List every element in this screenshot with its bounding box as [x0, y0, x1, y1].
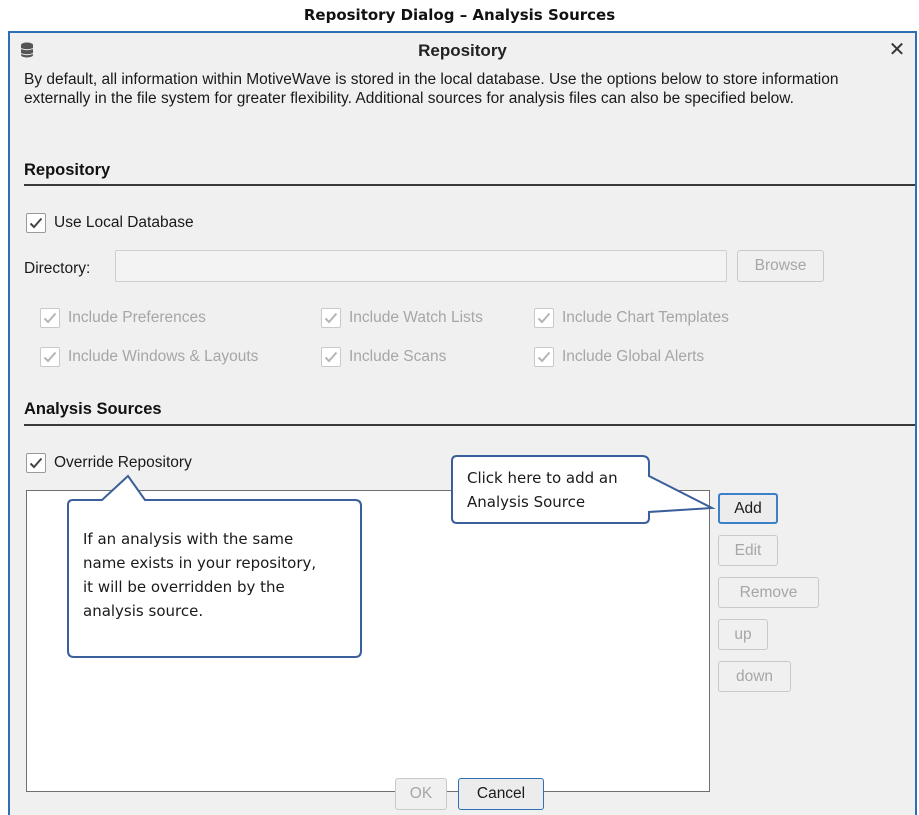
- down-button[interactable]: down: [718, 661, 791, 692]
- checkbox-box[interactable]: [26, 453, 46, 473]
- include-watch-lists-checkbox[interactable]: Include Watch Lists: [321, 308, 483, 328]
- checkbox-box[interactable]: [321, 308, 341, 328]
- include-scans-checkbox[interactable]: Include Scans: [321, 347, 446, 367]
- include-scans-label: Include Scans: [349, 348, 447, 365]
- ok-button[interactable]: OK: [395, 778, 447, 810]
- up-button[interactable]: up: [718, 619, 768, 650]
- add-callout-line: Click here to add an: [467, 469, 618, 487]
- close-icon[interactable]: ✕: [885, 38, 909, 62]
- checkmark-icon: [29, 457, 43, 469]
- add-callout-line: Analysis Source: [467, 493, 586, 511]
- title-bar[interactable]: Repository ✕: [10, 33, 915, 69]
- cancel-button[interactable]: Cancel: [458, 778, 544, 810]
- include-watch-lists-label: Include Watch Lists: [349, 309, 483, 326]
- include-preferences-checkbox[interactable]: Include Preferences: [40, 308, 206, 328]
- use-local-database-label: Use Local Database: [54, 214, 194, 231]
- checkmark-icon: [537, 351, 551, 363]
- override-repository-checkbox[interactable]: Override Repository: [26, 453, 192, 473]
- directory-input[interactable]: [115, 250, 727, 282]
- directory-label: Directory:: [24, 260, 91, 277]
- override-callout-line: analysis source.: [83, 602, 204, 620]
- override-callout-line: it will be overridden by the: [83, 578, 285, 596]
- add-button[interactable]: Add: [718, 493, 778, 524]
- include-chart-templates-label: Include Chart Templates: [562, 309, 729, 326]
- checkbox-box[interactable]: [321, 347, 341, 367]
- override-callout-line: name exists in your repository,: [83, 554, 317, 572]
- checkbox-box[interactable]: [40, 347, 60, 367]
- repository-dialog: Repository ✕ By default, all information…: [8, 31, 917, 815]
- analysis-sources-section-divider: [24, 424, 915, 426]
- repository-section-title: Repository: [24, 161, 111, 179]
- intro-text: By default, all information within Motiv…: [24, 71, 839, 107]
- browse-button[interactable]: Browse: [737, 250, 824, 282]
- analysis-sources-section-title: Analysis Sources: [24, 400, 162, 418]
- checkmark-icon: [324, 312, 338, 324]
- add-callout-text: Click here to add an Analysis Source: [467, 466, 618, 514]
- edit-button[interactable]: Edit: [718, 535, 778, 566]
- override-callout-line: If an analysis with the same: [83, 530, 294, 548]
- include-global-alerts-label: Include Global Alerts: [562, 348, 705, 365]
- checkbox-box[interactable]: [534, 308, 554, 328]
- include-windows-layouts-label: Include Windows & Layouts: [68, 348, 259, 365]
- remove-button[interactable]: Remove: [718, 577, 819, 608]
- checkmark-icon: [324, 351, 338, 363]
- include-chart-templates-checkbox[interactable]: Include Chart Templates: [534, 308, 729, 328]
- checkbox-box[interactable]: [534, 347, 554, 367]
- include-global-alerts-checkbox[interactable]: Include Global Alerts: [534, 347, 704, 367]
- checkmark-icon: [43, 312, 57, 324]
- checkmark-icon: [29, 217, 43, 229]
- document-caption: Repository Dialog – Analysis Sources: [303, 6, 616, 24]
- repository-section-divider: [24, 184, 915, 186]
- override-callout-text: If an analysis with the same name exists…: [83, 527, 316, 623]
- use-local-database-checkbox[interactable]: Use Local Database: [26, 213, 194, 233]
- override-repository-label: Override Repository: [54, 454, 192, 471]
- include-preferences-label: Include Preferences: [68, 309, 206, 326]
- checkmark-icon: [43, 351, 57, 363]
- checkbox-box[interactable]: [40, 308, 60, 328]
- dialog-title: Repository: [418, 41, 507, 60]
- include-windows-layouts-checkbox[interactable]: Include Windows & Layouts: [40, 347, 258, 367]
- checkmark-icon: [537, 312, 551, 324]
- checkbox-box[interactable]: [26, 213, 46, 233]
